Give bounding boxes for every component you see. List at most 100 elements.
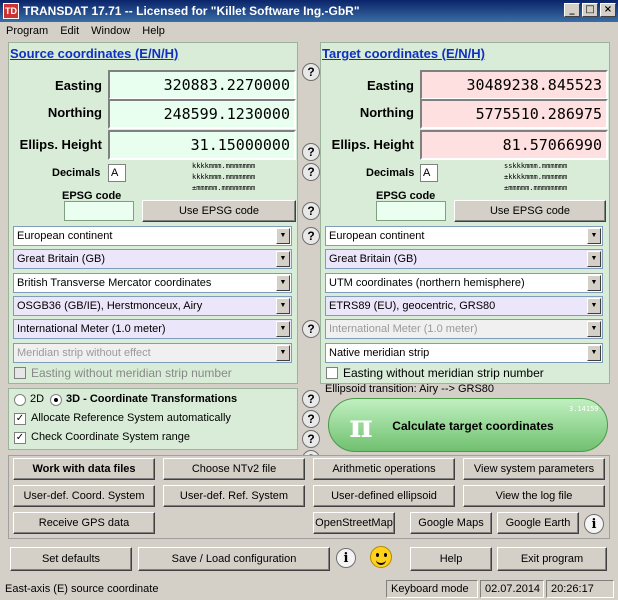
smiley-icon[interactable] (370, 546, 392, 568)
help-continent-button[interactable]: ? (302, 227, 320, 245)
source-epsg-field[interactable] (64, 201, 134, 221)
save-load-config-button[interactable]: Save / Load configuration (138, 547, 330, 571)
source-refsys-select[interactable]: OSGB36 (GB/IE), Herstmonceux, Airy ▼ (13, 296, 292, 316)
menu-program[interactable]: Program (0, 25, 54, 37)
help-options-button[interactable]: ? (302, 390, 320, 408)
target-decimals-field[interactable]: A (420, 164, 438, 182)
maximize-button[interactable]: □ (582, 3, 598, 17)
chevron-down-icon: ▼ (276, 298, 290, 314)
radio-2d[interactable] (14, 394, 26, 406)
close-button[interactable]: × (600, 3, 616, 17)
target-epsg-field[interactable] (376, 201, 446, 221)
chevron-down-icon: ▼ (276, 321, 290, 337)
view-log-file-button[interactable]: View the log file (463, 485, 605, 507)
source-unit-value: International Meter (1.0 meter) (17, 323, 166, 335)
chevron-down-icon: ▼ (587, 298, 601, 314)
source-heading: Source coordinates (E/N/H) (10, 46, 179, 61)
view-system-parameters-button[interactable]: View system parameters (463, 458, 605, 480)
status-time: 20:26:17 (546, 580, 614, 598)
target-decimals-label: Decimals (366, 167, 415, 179)
status-mode: Keyboard mode (386, 580, 478, 598)
target-refsys-select[interactable]: ETRS89 (EU), geocentric, GRS80 ▼ (325, 296, 603, 316)
source-easting-strip-label: Easting without meridian strip number (31, 366, 232, 380)
choose-ntv2-button[interactable]: Choose NTv2 file (163, 458, 305, 480)
target-format-line-3: ±mmmmm.mmmmmmmm (504, 184, 568, 192)
source-northing-field[interactable]: 248599.1230000 (108, 99, 296, 129)
radio-3d[interactable] (50, 394, 62, 406)
set-defaults-button[interactable]: Set defaults (10, 547, 132, 571)
source-easting-field[interactable]: 320883.2270000 (108, 70, 296, 100)
google-earth-button[interactable]: Google Earth (497, 512, 579, 534)
source-continent-value: European continent (17, 230, 113, 242)
target-strip-select[interactable]: Native meridian strip ▼ (325, 343, 603, 363)
target-height-label: Ellips. Height (331, 137, 414, 152)
menu-edit[interactable]: Edit (54, 25, 85, 37)
arithmetic-operations-button[interactable]: Arithmetic operations (313, 458, 455, 480)
status-date: 02.07.2014 (480, 580, 544, 598)
help-allocate-button[interactable]: ? (302, 410, 320, 428)
source-continent-select[interactable]: European continent ▼ (13, 226, 292, 246)
menu-window[interactable]: Window (85, 25, 136, 37)
calculate-digits-decoration: 3.14159265358979323846264338327950288419… (569, 405, 599, 413)
target-use-epsg-button[interactable]: Use EPSG code (454, 200, 606, 222)
receive-gps-button[interactable]: Receive GPS data (13, 512, 155, 534)
source-strip-value: Meridian strip without effect (17, 347, 151, 359)
source-easting-label: Easting (55, 78, 102, 93)
user-def-ref-button[interactable]: User-def. Ref. System (163, 485, 305, 507)
help-height-button[interactable]: ? (302, 143, 320, 161)
source-refsys-value: OSGB36 (GB/IE), Herstmonceux, Airy (17, 300, 203, 312)
minimize-button[interactable]: _ (564, 3, 580, 17)
target-coordsys-select[interactable]: UTM coordinates (northern hemisphere) ▼ (325, 273, 603, 293)
info-button[interactable]: i (336, 548, 356, 568)
window-title: TRANSDAT 17.71 -- Licensed for "Killet S… (23, 4, 360, 18)
source-country-select[interactable]: Great Britain (GB) ▼ (13, 249, 292, 269)
menu-help[interactable]: Help (136, 25, 171, 37)
target-unit-select: International Meter (1.0 meter) ▼ (325, 319, 603, 339)
help-epsg-button[interactable]: ? (302, 202, 320, 220)
help-unit-button[interactable]: ? (302, 320, 320, 338)
calculate-button[interactable]: π Calculate target coordinates 3.1415926… (328, 398, 608, 452)
check-range-checkbox[interactable]: ✓ (14, 432, 26, 444)
target-country-select[interactable]: Great Britain (GB) ▼ (325, 249, 603, 269)
target-easting-strip-label: Easting without meridian strip number (343, 366, 544, 380)
google-maps-button[interactable]: Google Maps (410, 512, 492, 534)
target-easting-label: Easting (367, 78, 414, 93)
source-format-line-2: kkkkmmm.mmmmmmm (192, 173, 256, 181)
user-def-ellipsoid-button[interactable]: User-defined ellipsoid (313, 485, 455, 507)
info-maps-button[interactable]: i (584, 514, 604, 534)
openstreetmap-button[interactable]: OpenStreetMap (313, 512, 395, 534)
chevron-down-icon: ▼ (276, 275, 290, 291)
target-format-line-1: sskkkmmm.mmmmmm (504, 162, 568, 170)
app-icon: TD (3, 3, 19, 19)
target-coordsys-value: UTM coordinates (northern hemisphere) (329, 277, 525, 289)
target-continent-select[interactable]: European continent ▼ (325, 226, 603, 246)
status-bar: East-axis (E) source coordinate Keyboard… (0, 578, 618, 600)
exit-program-button[interactable]: Exit program (497, 547, 607, 571)
help-decimals-button[interactable]: ? (302, 163, 320, 181)
target-heading: Target coordinates (E/N/H) (322, 46, 486, 61)
chevron-down-icon: ▼ (276, 251, 290, 267)
help-easting-button[interactable]: ? (302, 63, 320, 81)
source-height-label: Ellips. Height (19, 137, 102, 152)
target-northing-field[interactable]: 5775510.286975 (420, 99, 608, 129)
target-easting-strip-checkbox[interactable] (326, 367, 338, 379)
help-button[interactable]: Help (410, 547, 492, 571)
target-easting-field[interactable]: 30489238.845523 (420, 70, 608, 100)
status-hint: East-axis (E) source coordinate (5, 583, 159, 595)
source-decimals-label: Decimals (52, 167, 101, 179)
source-northing-label: Northing (47, 105, 102, 120)
source-decimals-field[interactable]: A (108, 164, 126, 182)
help-range-button[interactable]: ? (302, 430, 320, 448)
allocate-checkbox[interactable]: ✓ (14, 413, 26, 425)
target-height-field[interactable]: 81.57066990 (420, 130, 608, 160)
source-height-field[interactable]: 31.15000000 (108, 130, 296, 160)
source-coordsys-select[interactable]: British Transverse Mercator coordinates ▼ (13, 273, 292, 293)
source-use-epsg-button[interactable]: Use EPSG code (142, 200, 296, 222)
chevron-down-icon: ▼ (276, 228, 290, 244)
work-with-data-files-button[interactable]: Work with data files (13, 458, 155, 480)
source-strip-select: Meridian strip without effect ▼ (13, 343, 292, 363)
target-northing-label: Northing (359, 105, 414, 120)
source-unit-select[interactable]: International Meter (1.0 meter) ▼ (13, 319, 292, 339)
source-easting-strip-checkbox (14, 367, 26, 379)
user-def-coord-button[interactable]: User-def. Coord. System (13, 485, 155, 507)
